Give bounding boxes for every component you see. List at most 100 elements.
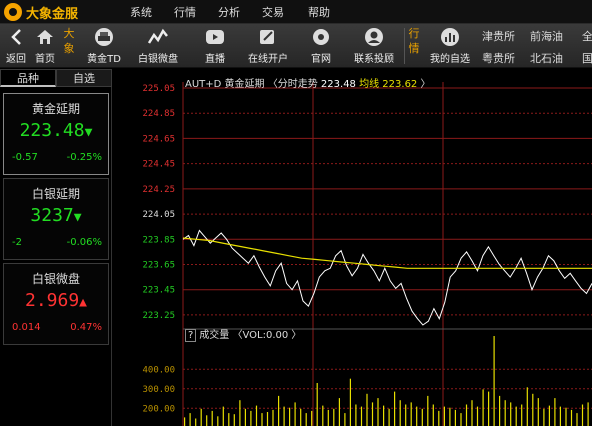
volume-bar [366, 393, 368, 426]
tab-watchlist[interactable]: 自选 [56, 69, 112, 87]
volume-bar [278, 395, 280, 426]
quote-price-row: 223.48▼ [4, 120, 108, 141]
back-button[interactable]: 返回 [3, 24, 29, 68]
official-site-button[interactable]: 官网 [306, 24, 336, 68]
chevron-left-icon [5, 26, 27, 48]
exchange-link[interactable]: 粤贵所 [482, 50, 515, 66]
volume-bar [377, 398, 379, 426]
chart-mode[interactable]: 〈分时走势 [268, 79, 318, 90]
app-name: 大象金服 [26, 6, 79, 22]
gold-td-button[interactable]: 黄金TD [84, 24, 124, 68]
chart-symbol: AUT+D [185, 79, 222, 90]
bar-chart-icon [439, 26, 461, 48]
quote-card[interactable]: 黄金延期 223.48▼ -0.57 -0.25% [3, 93, 109, 175]
volume-bar [565, 407, 567, 426]
price-tick-label: 223.85 [142, 235, 175, 245]
price-line [182, 229, 592, 326]
quote-change-pct: -0.06% [66, 237, 102, 248]
volume-bar [559, 406, 561, 426]
my-watchlist-button[interactable]: 我的自选 [426, 24, 474, 68]
globe-icon [310, 26, 332, 48]
volume-bar [421, 408, 423, 426]
contact-advisor-button[interactable]: 联系投顾 [350, 24, 398, 68]
volume-bar [416, 406, 418, 426]
exchange-link[interactable]: 全 [582, 28, 592, 44]
volume-bar [222, 406, 224, 426]
exchange-link[interactable]: 前海油 [530, 28, 563, 44]
exchange-link[interactable]: 国 [582, 50, 592, 66]
help-icon[interactable]: ? [185, 329, 197, 342]
volume-bar [233, 414, 235, 426]
volume-bar [449, 407, 451, 426]
menu-trade[interactable]: 交易 [262, 4, 284, 20]
volume-bar [504, 400, 506, 426]
down-arrow-icon: ▼ [73, 210, 82, 225]
volume-bar [189, 413, 191, 426]
volume-bar [432, 404, 434, 426]
volume-bar [493, 336, 495, 426]
silver-mini-button[interactable]: 白银微盘 [134, 24, 182, 68]
price-tick-label: 223.45 [142, 286, 175, 296]
volume-bar [272, 409, 274, 426]
volume-bar [283, 406, 285, 426]
quote-change-pct: -0.25% [66, 152, 102, 163]
menu-system[interactable]: 系统 [130, 4, 152, 20]
volume-bar [454, 409, 456, 426]
live-label: 直播 [205, 54, 225, 65]
volume-bar [360, 406, 363, 426]
quote-card[interactable]: 白银微盘 2.969▲ 0.014 0.47% [3, 263, 109, 345]
volume-bar [371, 402, 374, 426]
brand-vertical-char: 象 [63, 42, 75, 55]
volume-bar [311, 410, 313, 426]
quote-name: 白银微盘 [31, 272, 80, 286]
chart-header: AUT+D 黄金延期 〈分时走势 223.48 均线 223.62 〉 [185, 75, 430, 90]
price-tick-label: 224.45 [142, 160, 175, 170]
volume-bar [255, 405, 258, 426]
volume-bar [349, 378, 351, 426]
quote-card[interactable]: 白银延期 3237▼ -2 -0.06% [3, 178, 109, 260]
chart-mode-next[interactable]: 〉 [420, 79, 430, 90]
video-icon [204, 26, 226, 48]
average-line [182, 237, 592, 269]
volume-bar [554, 398, 556, 426]
home-label: 首页 [35, 54, 55, 65]
volume-bar [581, 404, 584, 426]
menu-analysis[interactable]: 分析 [218, 4, 240, 20]
online-account-button[interactable]: 在线开户 [244, 24, 292, 68]
volume-tick-label: 200.00 [142, 404, 175, 414]
volume-bar [548, 405, 550, 426]
toolbar-divider [404, 28, 405, 64]
menu-market[interactable]: 行情 [174, 4, 196, 20]
exchange-link[interactable]: 北石油 [530, 50, 563, 66]
volume-bar [217, 416, 219, 426]
intraday-chart[interactable]: 225.05 224.85 224.65 224.45 224.25 224.05 223.… [113, 69, 592, 426]
volume-bar [526, 387, 528, 426]
market-vertical-char: 情 [408, 42, 420, 55]
volume-header: ? 成交量 〈VOL:0.00 〉 [185, 326, 301, 342]
quote-tabs: 品种 自选 [0, 69, 112, 87]
quote-name: 黄金延期 [31, 102, 80, 116]
chart-avg-value: 223.62 [382, 79, 418, 90]
back-label: 返回 [6, 54, 26, 65]
volume-bar [482, 389, 484, 426]
chart-last-price: 223.48 [320, 79, 356, 90]
price-tick-label: 224.05 [142, 210, 175, 220]
price-tick-label: 224.25 [142, 185, 175, 195]
toolbar: 返回 首页 大 象 黄金TD 白银微盘 直播 在线开户 官网 联系投顾 行 情 … [0, 24, 592, 68]
user-icon [363, 26, 385, 48]
home-button[interactable]: 首页 [32, 24, 58, 68]
market-vertical-tab[interactable]: 行 情 [407, 26, 421, 56]
official-site-label: 官网 [311, 54, 331, 65]
menu-help[interactable]: 帮助 [308, 4, 330, 20]
quote-price-row: 2.969▲ [4, 290, 108, 311]
brand-vertical-char: 大 [63, 27, 75, 40]
exchange-link[interactable]: 津贵所 [482, 28, 515, 44]
volume-bar [206, 415, 208, 426]
quote-price: 2.969 [24, 290, 80, 311]
volume-bar [471, 400, 473, 426]
quote-list-panel: 品种 自选 黄金延期 223.48▼ -0.57 -0.25% 白银延期 323… [0, 69, 112, 426]
volume-bar [333, 408, 335, 426]
price-tick-label: 223.65 [142, 260, 175, 270]
live-button[interactable]: 直播 [200, 24, 230, 68]
tab-varieties[interactable]: 品种 [0, 69, 56, 87]
